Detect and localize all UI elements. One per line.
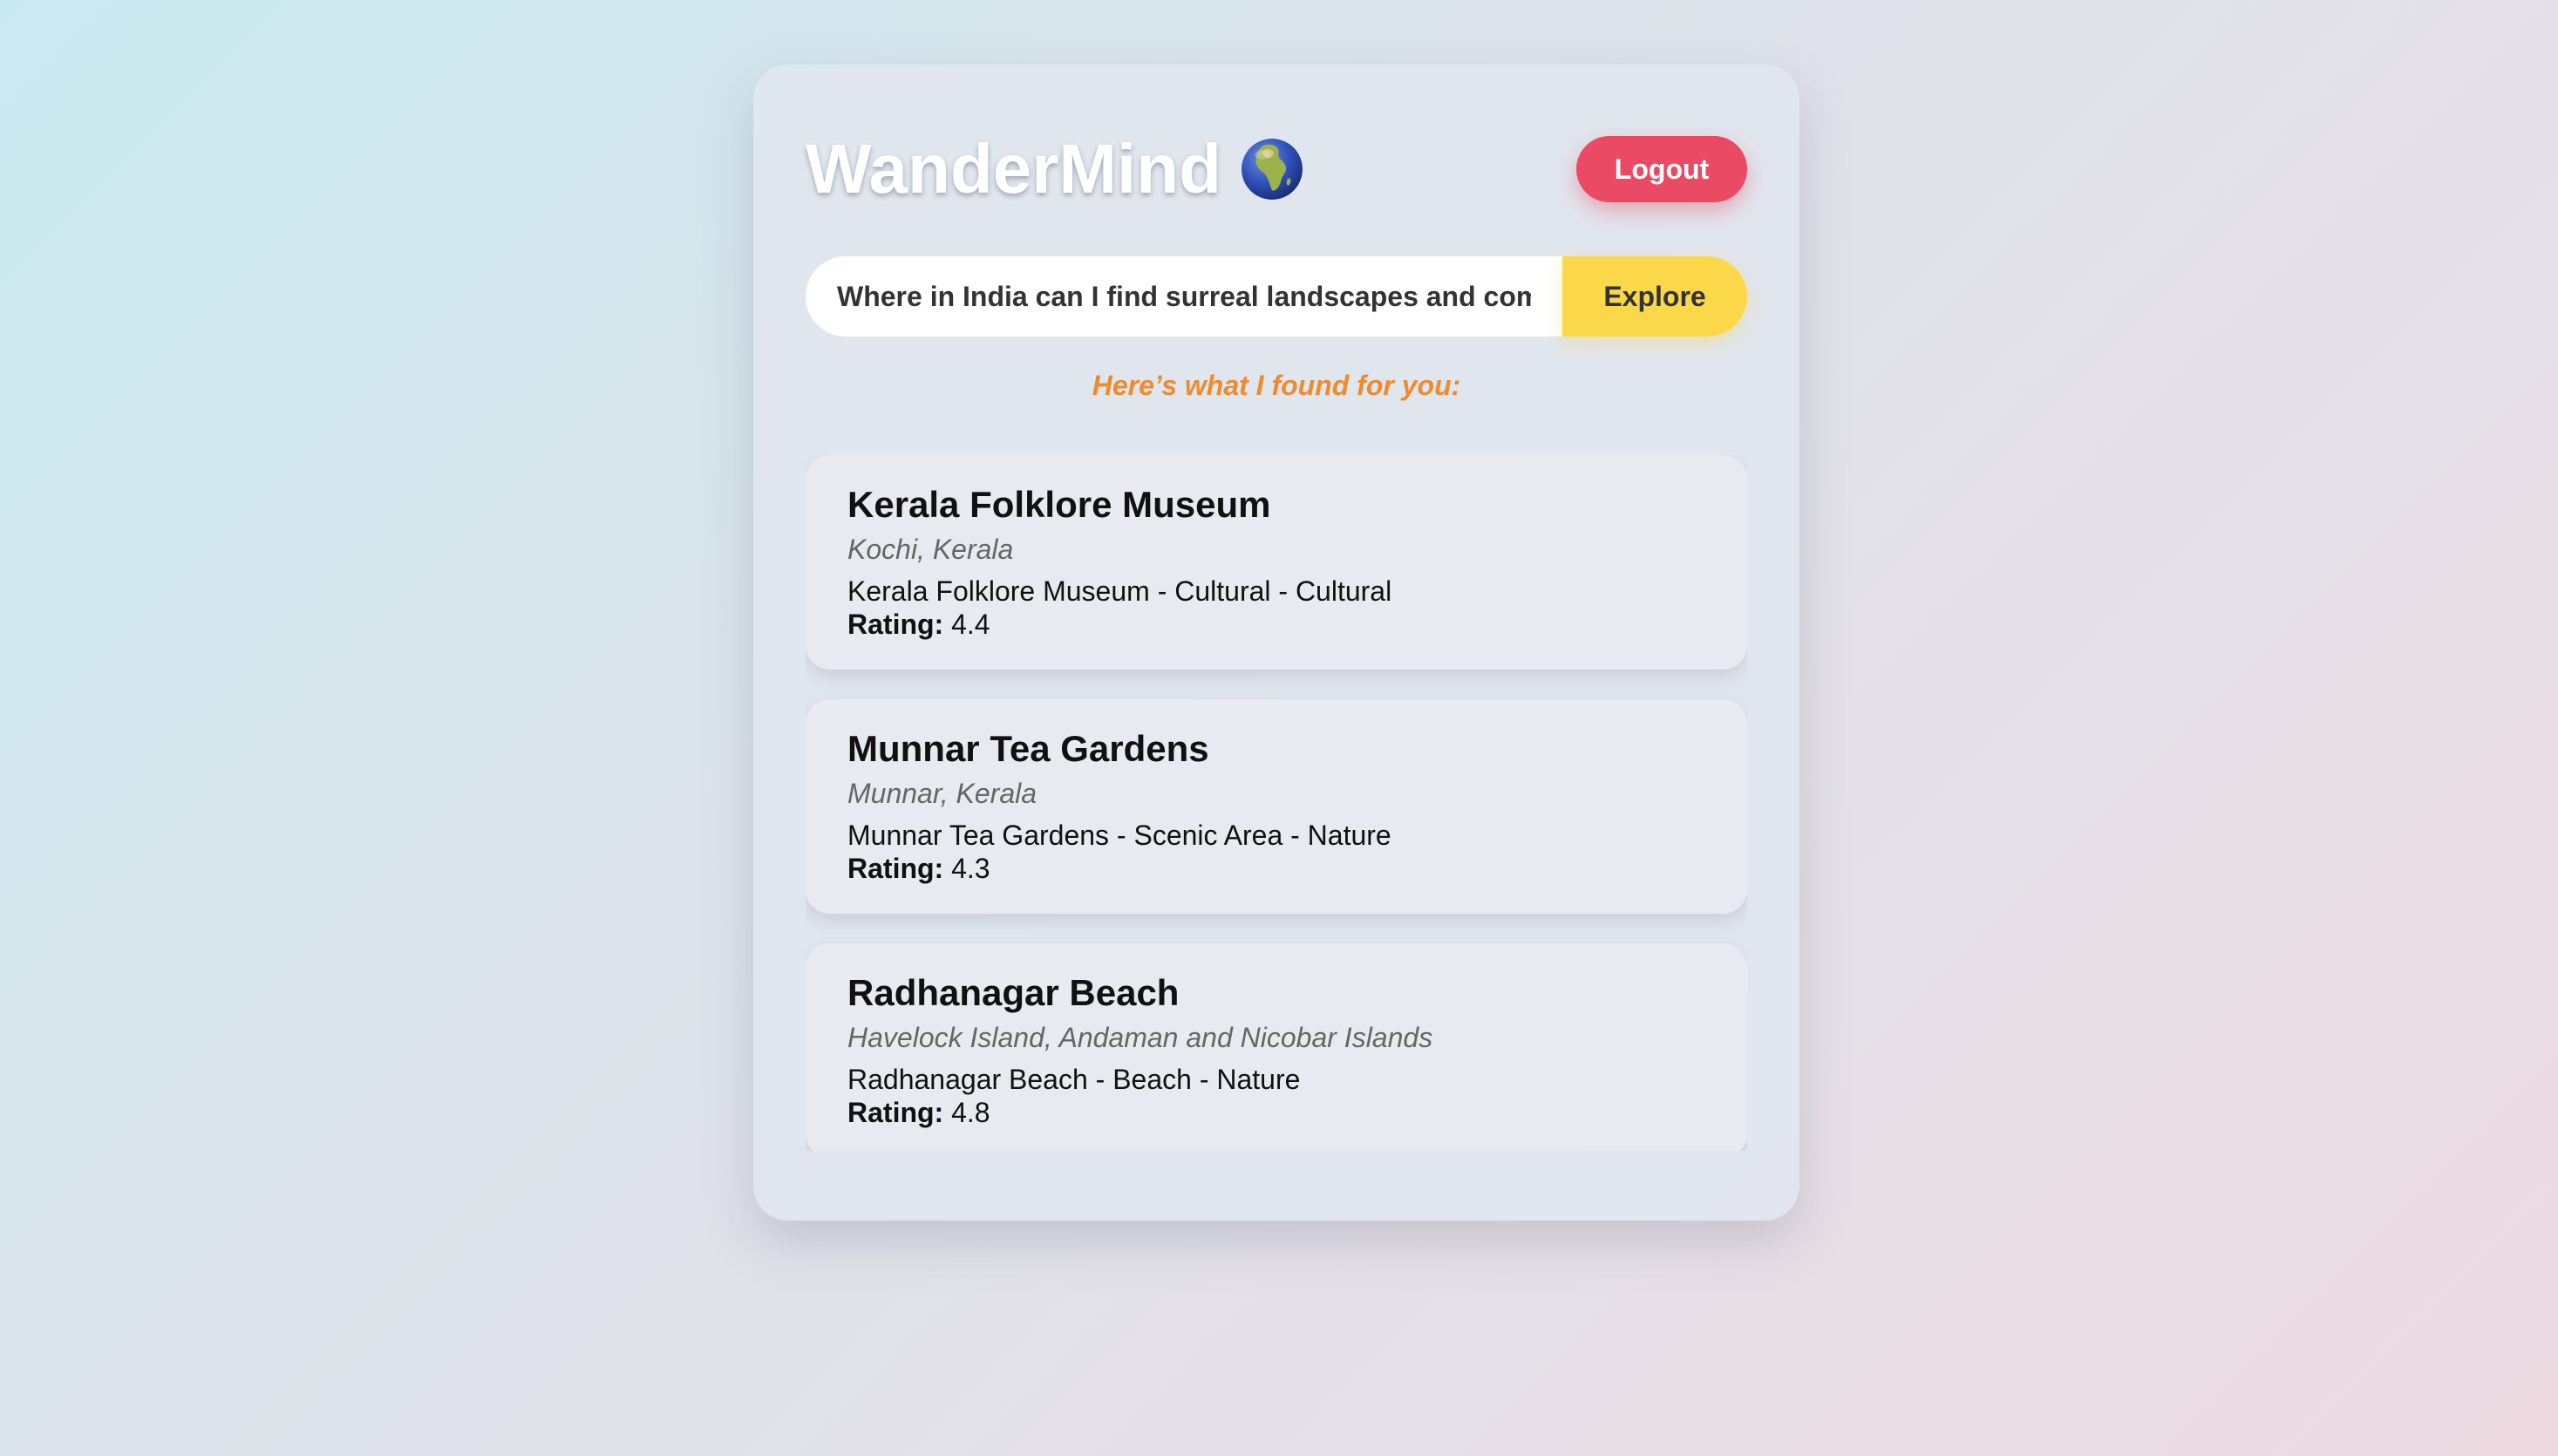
result-description: Radhanagar Beach - Beach - Nature <box>847 1064 1301 1095</box>
result-card[interactable]: Munnar Tea Gardens Munnar, Kerala Munnar… <box>806 699 1747 914</box>
globe-icon <box>1242 138 1303 200</box>
app-title: WanderMind <box>806 117 1305 221</box>
result-description: Kerala Folklore Museum - Cultural - Cult… <box>847 575 1392 607</box>
result-rating: Rating: 4.4 <box>847 609 1705 640</box>
rating-value: 4.4 <box>951 609 990 640</box>
main-card: WanderMind Logout Explore Here’s what <box>753 65 1799 1221</box>
result-name: Radhanagar Beach <box>847 972 1180 1013</box>
search-bar: Explore <box>806 256 1747 337</box>
rating-label: Rating: <box>847 853 944 884</box>
result-name: Kerala Folklore Museum <box>847 484 1271 525</box>
result-name: Munnar Tea Gardens <box>847 728 1209 769</box>
rating-value: 4.3 <box>951 853 990 884</box>
result-rating: Rating: 4.3 <box>847 853 1705 884</box>
rating-label: Rating: <box>847 609 944 640</box>
app-title-text: WanderMind <box>806 130 1221 208</box>
results-heading: Here’s what I found for you: <box>1092 370 1461 401</box>
explore-button[interactable]: Explore <box>1562 256 1747 337</box>
result-card[interactable]: Radhanagar Beach Havelock Island, Andama… <box>806 943 1747 1151</box>
result-location: Kochi, Kerala <box>847 534 1014 565</box>
result-location: Munnar, Kerala <box>847 778 1037 809</box>
result-description: Munnar Tea Gardens - Scenic Area - Natur… <box>847 820 1391 851</box>
rating-value: 4.8 <box>951 1097 990 1128</box>
header: WanderMind Logout <box>806 117 1747 221</box>
result-rating: Rating: 4.8 <box>847 1097 1705 1128</box>
search-input[interactable] <box>806 256 1562 337</box>
logout-button[interactable]: Logout <box>1576 136 1747 202</box>
results-list[interactable]: Kerala Folklore Museum Kochi, Kerala Ker… <box>806 455 1747 1151</box>
result-location: Havelock Island, Andaman and Nicobar Isl… <box>847 1022 1433 1053</box>
rating-label: Rating: <box>847 1097 944 1128</box>
result-card[interactable]: Kerala Folklore Museum Kochi, Kerala Ker… <box>806 455 1747 670</box>
